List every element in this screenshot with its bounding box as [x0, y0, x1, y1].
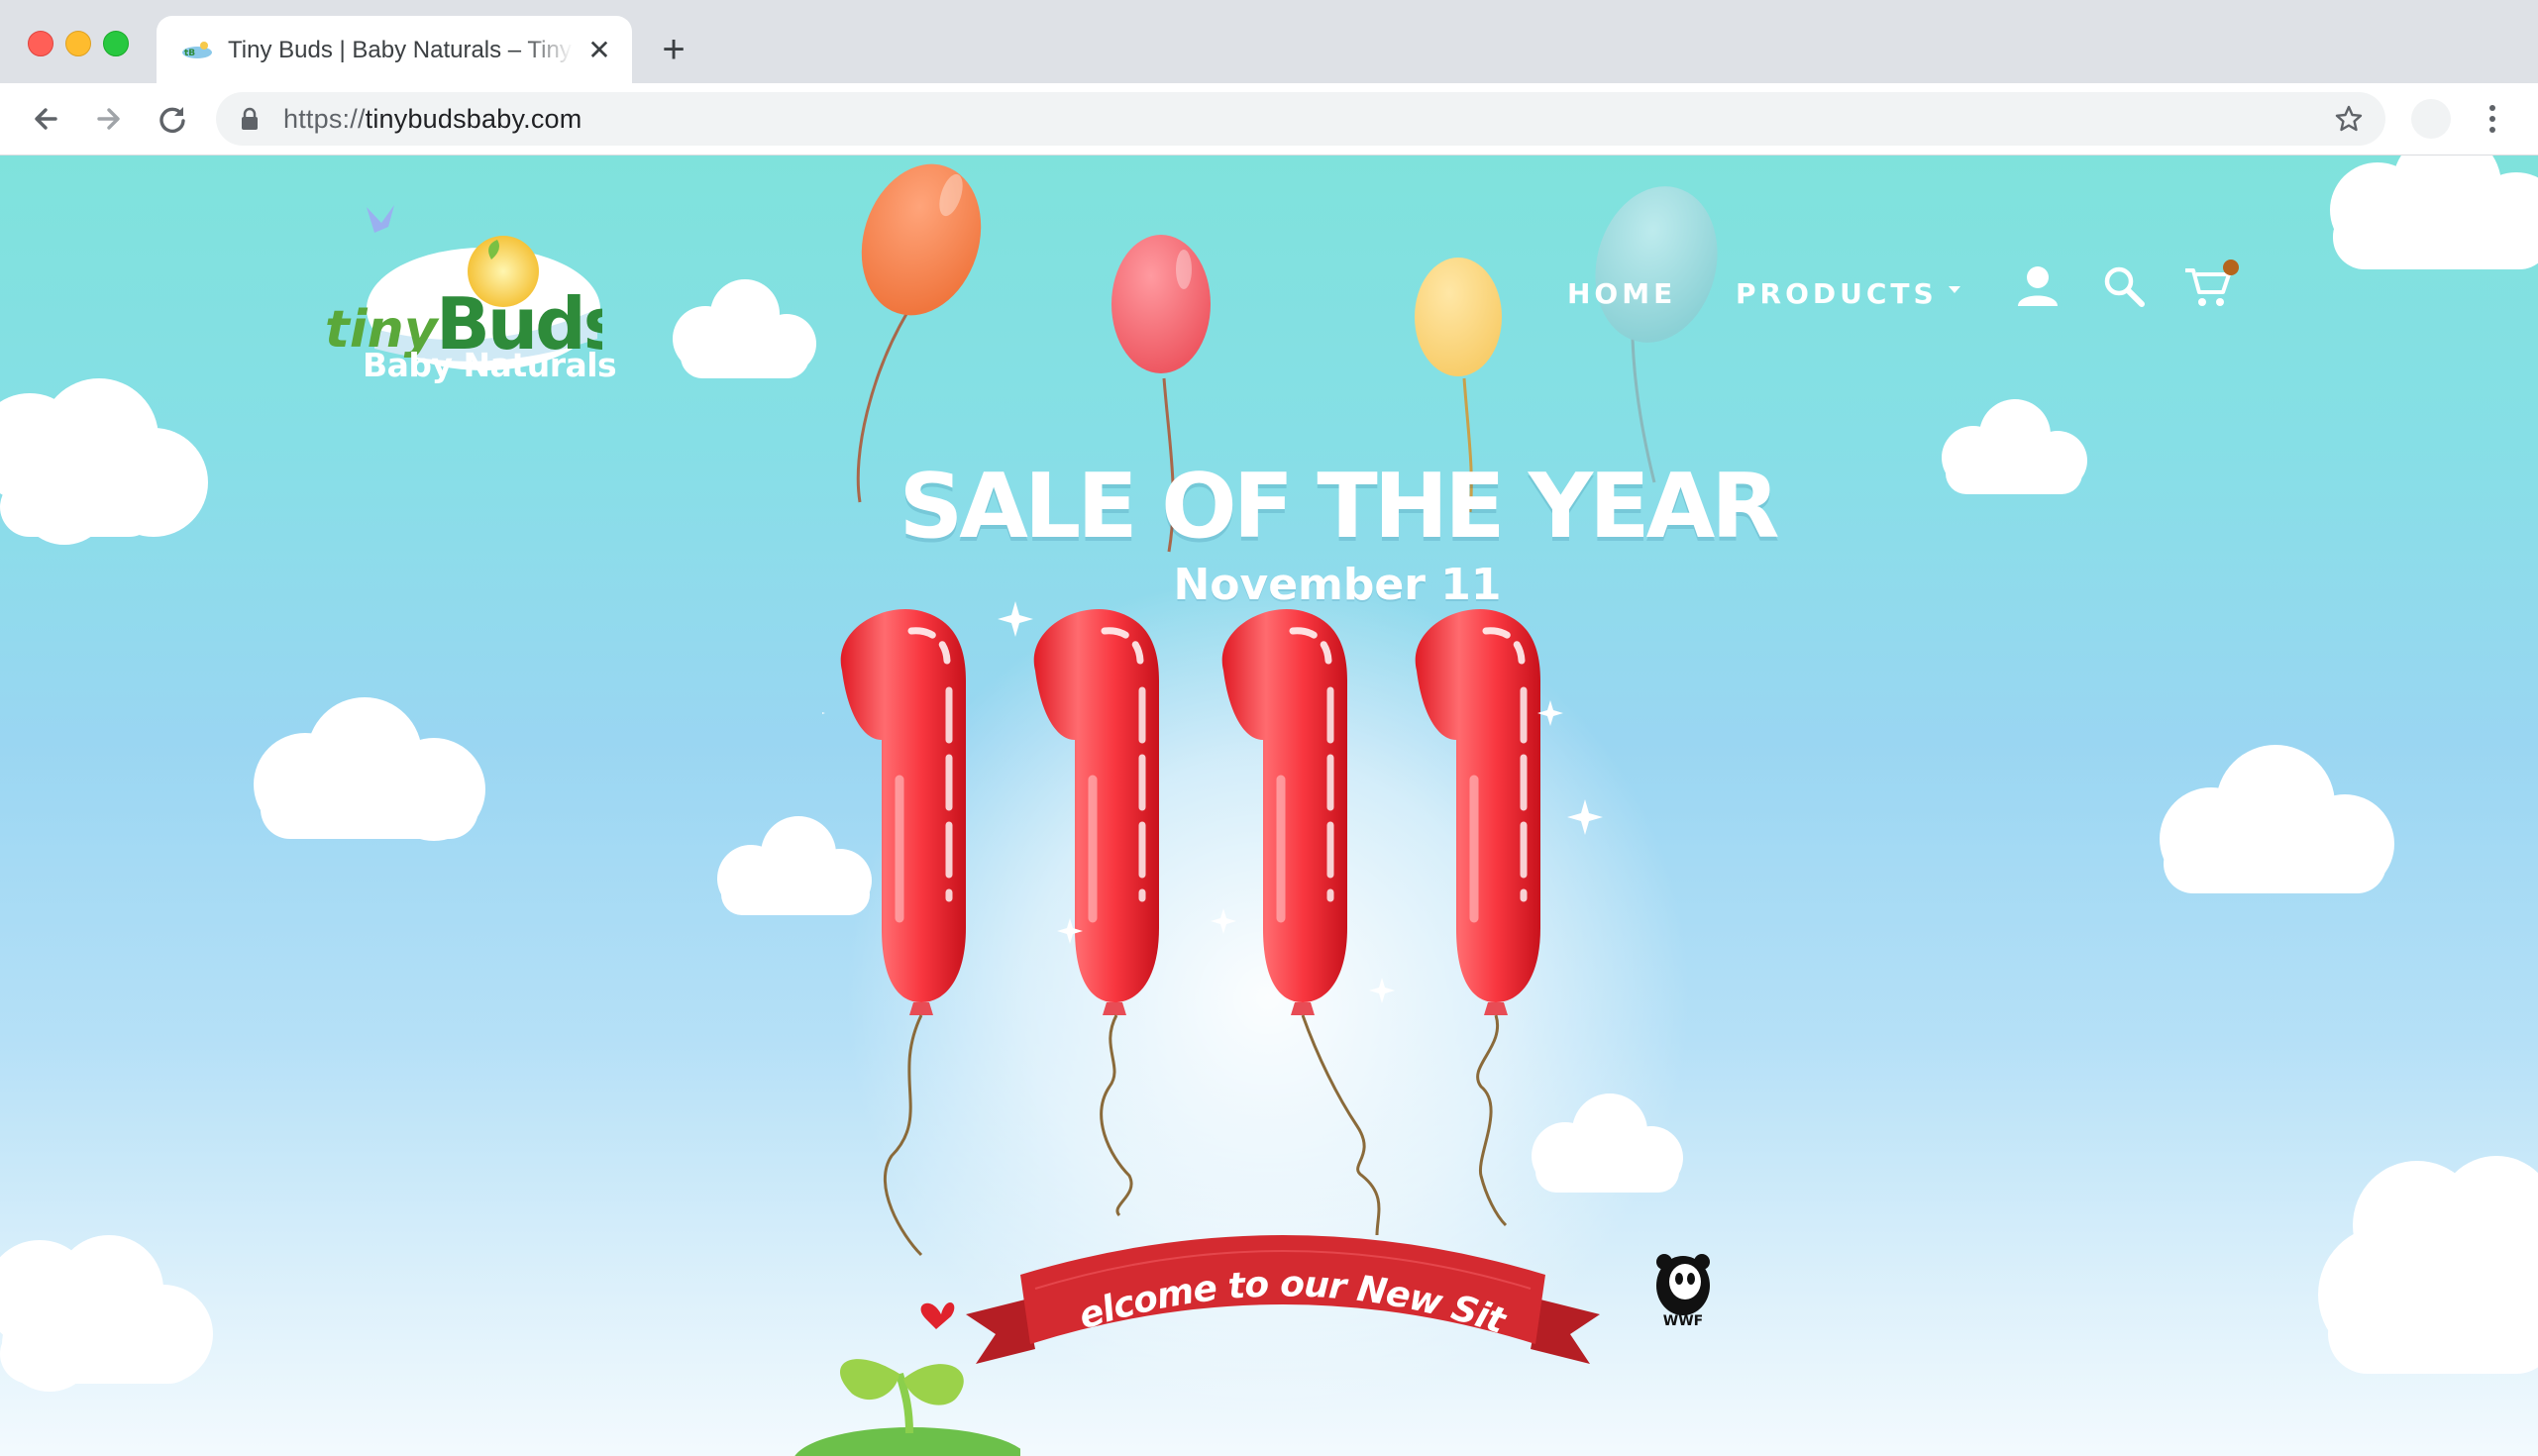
hero-headline: SALE OF THE YEAR: [899, 455, 1779, 559]
bookmark-star-icon[interactable]: [2334, 104, 2364, 134]
url-host: tinybudsbaby.com: [365, 104, 582, 134]
web-page: tiny Buds ™ Baby Naturals HOME PRODUCTS …: [0, 156, 2538, 1456]
cloud-decoration: [254, 697, 485, 841]
cloud-decoration: [0, 378, 208, 545]
forward-arrow-icon[interactable]: [87, 97, 131, 141]
browser-toolbar: https://tinybudsbaby.com: [0, 83, 2538, 156]
cloud-decoration: [2330, 156, 2538, 269]
lock-icon[interactable]: [240, 107, 260, 131]
reload-icon[interactable]: [151, 97, 194, 141]
cloud-decoration: [1942, 399, 2087, 494]
wwf-label: WWF: [1662, 1313, 1704, 1329]
nav-products-link[interactable]: PRODUCTS: [1736, 277, 1938, 310]
maximize-window-button[interactable]: [103, 31, 129, 56]
url-scheme: https://: [283, 104, 366, 134]
nav-home-link[interactable]: HOME: [1567, 277, 1676, 310]
welcome-ribbon: Welcome to our New Site: [966, 1205, 1600, 1364]
site-logo[interactable]: tiny Buds ™: [315, 200, 602, 438]
back-arrow-icon[interactable]: [24, 97, 67, 141]
logo-tagline: Baby Naturals: [363, 346, 617, 384]
profile-avatar[interactable]: [2411, 99, 2451, 139]
cart-icon[interactable]: [2183, 259, 2241, 310]
address-bar[interactable]: https://tinybudsbaby.com: [216, 92, 2385, 146]
account-icon[interactable]: [2015, 262, 2061, 308]
search-icon[interactable]: [2102, 264, 2146, 308]
cloud-decoration: [2318, 1156, 2538, 1374]
cloud-decoration: [673, 279, 816, 378]
new-tab-button[interactable]: +: [654, 30, 693, 69]
close-window-button[interactable]: [28, 31, 53, 56]
minimize-window-button[interactable]: [65, 31, 91, 56]
tab-close-icon[interactable]: ✕: [584, 36, 614, 65]
svg-text:tB: tB: [184, 49, 195, 58]
browser-window: tB Tiny Buds | Baby Naturals – Tiny Buds…: [0, 0, 2538, 1456]
cloud-decoration: [2160, 745, 2394, 893]
browser-tab[interactable]: tB Tiny Buds | Baby Naturals – Tiny Buds…: [157, 16, 632, 83]
cloud-decoration: [0, 1235, 213, 1392]
chevron-down-icon[interactable]: [1946, 282, 1963, 296]
more-menu-icon[interactable]: [2481, 101, 2504, 137]
favicon-icon: tB: [182, 42, 212, 58]
sprout-decoration: [794, 1301, 1020, 1456]
svg-text:™: ™: [571, 283, 582, 297]
tab-title: Tiny Buds | Baby Naturals – Tiny Buds Ba…: [228, 36, 573, 65]
tab-strip: tB Tiny Buds | Baby Naturals – Tiny Buds…: [0, 0, 2538, 83]
url-text[interactable]: https://tinybudsbaby.com: [283, 104, 582, 134]
